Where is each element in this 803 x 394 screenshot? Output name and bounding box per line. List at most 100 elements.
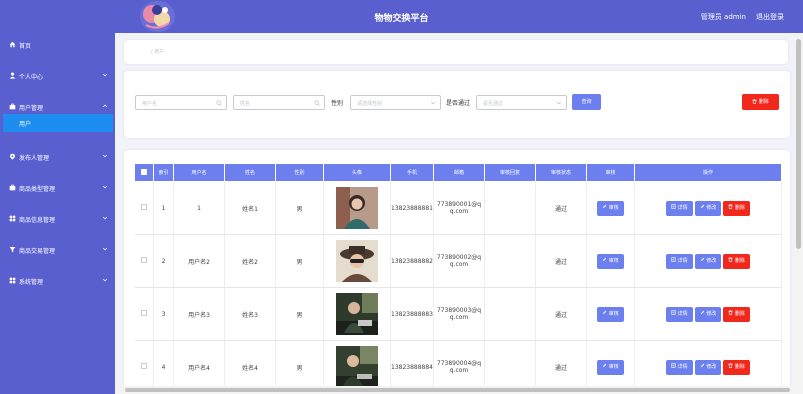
edit-button[interactable]: 修改 (694, 359, 722, 375)
select-all-checkbox[interactable] (141, 168, 147, 175)
trash-icon (728, 362, 733, 368)
sidebar-item-system-management[interactable]: 系统管理 (0, 271, 115, 291)
trash-icon (728, 256, 733, 262)
username-placeholder: 用户名 (142, 101, 158, 107)
audit-button[interactable]: 审核 (597, 253, 624, 269)
sidebar: 首页 个人中心 用户管理 用户 发布人管理 商品类型管理 商品信息管理 商品交易… (0, 33, 115, 394)
email-line: 773890001@q (436, 201, 482, 208)
cell-audit-status: 通过 (535, 234, 587, 288)
row-checkbox[interactable] (140, 204, 147, 210)
bulk-delete-button[interactable]: 删除 (742, 94, 779, 110)
location-icon (10, 153, 15, 160)
audit-button[interactable]: 审核 (597, 359, 624, 375)
row-checkbox[interactable] (140, 310, 147, 316)
vertical-scrollbar-thumb[interactable] (796, 39, 801, 249)
horizontal-scrollbar[interactable] (115, 386, 794, 394)
cell-gender: 男 (275, 287, 324, 341)
cell-phone: 13823888881 (390, 181, 434, 235)
search-icon (314, 100, 320, 106)
cell-avatar (323, 181, 391, 235)
vertical-scrollbar[interactable] (794, 33, 803, 394)
cell-avatar (323, 287, 391, 341)
admin-label: 管理员 admin (700, 13, 746, 21)
sidebar-subitem-users[interactable]: 用户 (3, 114, 113, 132)
username-input[interactable]: 用户名 (135, 95, 227, 110)
avatar (336, 187, 378, 229)
table-header-row: 索引 用户名 姓名 性别 头像 手机 邮箱 审核回复 审核状态 审核 操作 (134, 163, 782, 182)
sidebar-item-profile[interactable]: 个人中心 (0, 66, 115, 86)
column-header-audit-reply: 审核回复 (484, 163, 536, 182)
cell-name: 姓名3 (224, 287, 276, 341)
sidebar-item-publisher-management[interactable]: 发布人管理 (0, 147, 115, 167)
gender-label: 性别 (331, 100, 344, 107)
edit-button-label: 修改 (706, 204, 717, 211)
sidebar-item-product-trade-management[interactable]: 商品交易管理 (0, 240, 115, 260)
column-header-gender: 性别 (275, 163, 324, 182)
audit-button[interactable]: 审核 (597, 200, 624, 216)
detail-button-label: 详情 (677, 363, 688, 370)
table-row: 2 用户名2 姓名2 男 13823888882 773890002@q q.co… (134, 234, 782, 288)
cell-gender: 男 (275, 234, 324, 288)
users-table: 索引 用户名 姓名 性别 头像 手机 邮箱 审核回复 审核状态 审核 操作 1 … (134, 163, 782, 394)
column-header-avatar: 头像 (323, 163, 391, 182)
approved-placeholder: 是否通过 (483, 101, 504, 107)
chevron-up-icon (102, 104, 108, 108)
bulk-delete-label: 删除 (758, 99, 769, 105)
email-line: q.com (449, 367, 469, 374)
delete-button-label: 删除 (734, 310, 745, 317)
logout-link[interactable]: 退出登录 (756, 12, 784, 22)
delete-button[interactable]: 删除 (723, 306, 750, 322)
column-header-actions: 操作 (634, 163, 782, 182)
email-line: q.com (449, 261, 469, 268)
sidebar-item-label: 个人中心 (19, 74, 44, 81)
delete-button[interactable]: 删除 (723, 253, 750, 269)
edit-button[interactable]: 修改 (694, 200, 722, 216)
gender-placeholder: 请选择性别 (357, 101, 383, 107)
delete-button[interactable]: 删除 (723, 200, 750, 216)
sidebar-item-product-type-management[interactable]: 商品类型管理 (0, 178, 115, 198)
name-input[interactable]: 姓名 (233, 95, 325, 110)
cell-avatar (323, 234, 391, 288)
delete-button[interactable]: 删除 (723, 359, 750, 375)
column-header-email: 邮箱 (433, 163, 485, 182)
search-icon (216, 100, 222, 106)
sidebar-item-home[interactable]: 首页 (0, 35, 115, 55)
sidebar-item-product-info-management[interactable]: 商品信息管理 (0, 209, 115, 229)
audit-button-label: 审核 (608, 363, 619, 370)
approved-select[interactable]: 是否通过 (476, 95, 567, 110)
detail-button[interactable]: 详情 (666, 253, 693, 269)
search-button[interactable]: 查询 (572, 94, 601, 110)
document-icon (671, 203, 676, 209)
row-checkbox[interactable] (140, 363, 147, 369)
audit-button[interactable]: 审核 (597, 306, 624, 322)
detail-button[interactable]: 详情 (666, 359, 693, 375)
edit-icon (603, 204, 607, 208)
sidebar-item-label: 系统管理 (19, 279, 44, 286)
horizontal-scrollbar-thumb[interactable] (125, 388, 790, 392)
edit-button[interactable]: 修改 (694, 253, 722, 269)
edit-button[interactable]: 修改 (694, 306, 722, 322)
sidebar-item-label: 商品信息管理 (19, 217, 56, 224)
sidebar-item-label: 商品交易管理 (19, 248, 56, 255)
audit-button-label: 审核 (608, 257, 619, 264)
detail-button[interactable]: 详情 (666, 306, 693, 322)
gender-select[interactable]: 请选择性别 (350, 95, 441, 110)
detail-button[interactable]: 详情 (666, 200, 693, 216)
avatar (336, 240, 378, 282)
row-checkbox[interactable] (140, 257, 147, 263)
avatar (336, 346, 378, 388)
cell-audit-reply (484, 181, 536, 235)
cell-audit: 审核 (586, 287, 635, 341)
detail-button-label: 详情 (677, 257, 688, 264)
approved-label: 是否通过 (446, 100, 471, 107)
edit-button-label: 修改 (706, 363, 717, 370)
cell-index: 3 (153, 287, 174, 341)
document-icon (671, 256, 676, 262)
chevron-down-icon (102, 154, 108, 158)
breadcrumb-card: / 用户 (124, 40, 788, 64)
cell-name: 姓名1 (224, 181, 276, 235)
cell-audit: 审核 (586, 234, 635, 288)
edit-icon (603, 363, 607, 367)
cell-audit-reply (484, 234, 536, 288)
grid-icon (9, 215, 16, 222)
